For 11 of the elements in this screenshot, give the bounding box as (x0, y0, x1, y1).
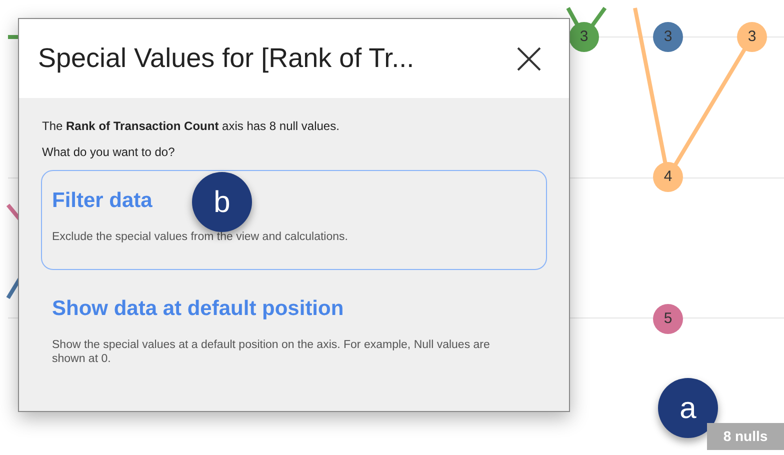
dialog-question: What do you want to do? (42, 144, 176, 160)
dialog-message: The Rank of Transaction Count axis has 8 null values. (42, 118, 340, 134)
option-button[interactable]: Show data at default position Show the special values at a default position on the axis. For example, Null values are shown at 0. (41, 278, 547, 378)
dialog-title: Special Values for [Rank of Tr... (38, 42, 414, 76)
close-icon[interactable] (515, 44, 543, 72)
data-point-label: 5 (653, 304, 683, 334)
callout-marker: a (658, 378, 718, 438)
data-point-label: 4 (653, 162, 683, 192)
data-point-label: 3 (569, 22, 599, 52)
data-point-label: 3 (737, 22, 767, 52)
data-point-label: 3 (653, 22, 683, 52)
